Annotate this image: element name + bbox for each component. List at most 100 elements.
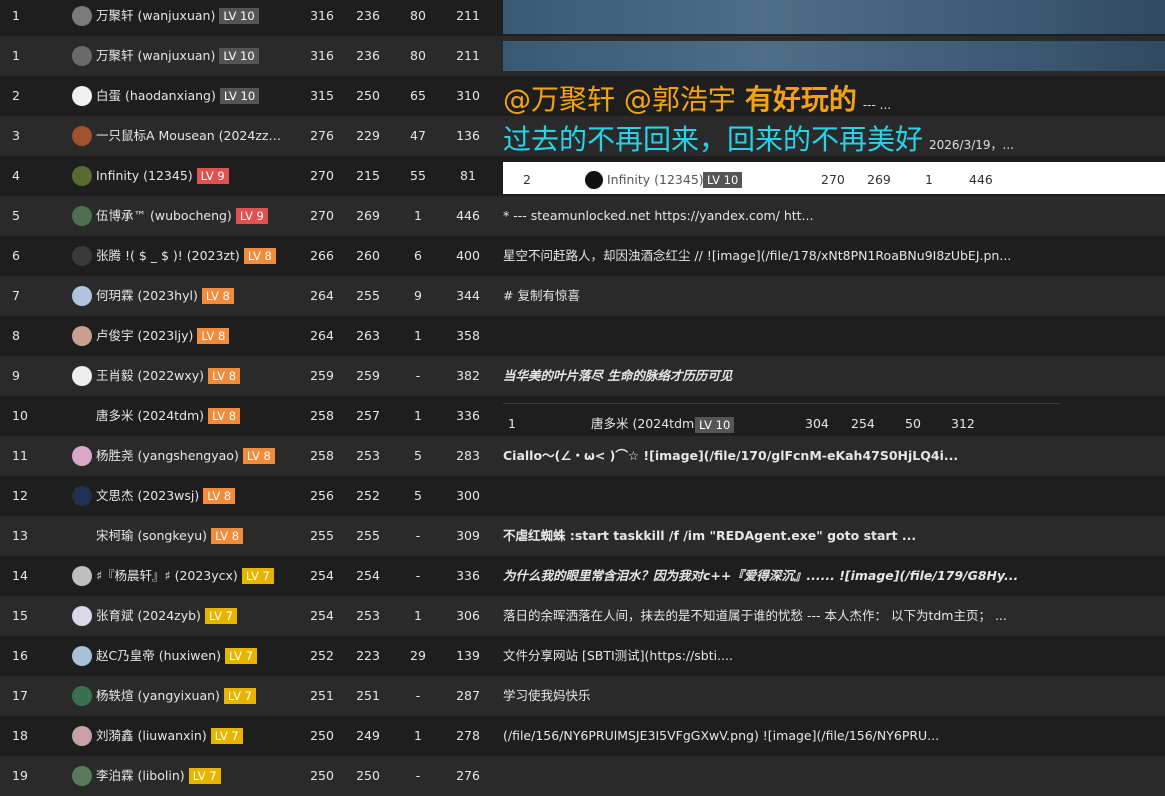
user-name[interactable]: 王肖毅 (2022wxy) [96,368,204,383]
user-name[interactable]: 刘漪鑫 (liuwanxin) [96,728,207,743]
signature-text: 星空不问赶路人，却因浊酒念红尘 // ![image](/file/178/xN… [503,248,1012,263]
table-row[interactable]: 14 ♯『杨晨轩』♯ (2023ycx) LV 7 254 254 - 336 为什么我的眼里… [0,556,1165,596]
user-link[interactable]: 一只鼠标A Mousean (2024zz… [96,116,306,156]
user-name[interactable]: 杨胜尧 (yangshengyao) [96,448,239,463]
rank-number: 10 [12,408,28,423]
diff-value: 1 [414,208,422,223]
user-link[interactable]: 唐多米 (2024tdm) LV 8 [96,396,306,436]
table-row[interactable]: 17 杨轶煊 (yangyixuan) LV 7 251 251 - 287 学习使我妈快乐 [0,676,1165,716]
avatar[interactable] [72,526,92,546]
level-badge: LV 8 [211,527,244,544]
table-row[interactable]: 9 王肖毅 (2022wxy) LV 8 259 259 - 382 当华美的叶片落尽 生命的… [0,356,1165,396]
table-row[interactable]: 6 张腾 !( $ _ $ )! (2023zt) LV 8 266 260 6 400 星空… [0,236,1165,276]
table-row[interactable]: 7 何玥霖 (2023hyl) LV 8 264 255 9 344 # 复制有惊喜 [0,276,1165,316]
avatar[interactable] [72,126,92,146]
table-row[interactable]: 12 文思杰 (2023wsj) LV 8 256 252 5 300 [0,476,1165,516]
rank-number: 13 [12,528,28,543]
user-name[interactable]: Infinity (12345) [96,168,193,183]
user-link[interactable]: 万聚轩 (wanjuxuan) LV 10 [96,36,306,76]
user-name[interactable]: ♯『杨晨轩』♯ (2023ycx) [96,568,238,583]
table-row[interactable]: 15 张育斌 (2024zyb) LV 7 254 253 1 306 落日的余晖洒落在人间，… [0,596,1165,636]
user-name[interactable]: 张腾 !( $ _ $ )! (2023zt) [96,248,240,263]
user-name[interactable]: 万聚轩 (wanjuxuan) [96,8,215,23]
user-link[interactable]: 李泊霖 (libolin) LV 7 [96,756,306,796]
user-name[interactable]: 张育斌 (2024zyb) [96,608,201,623]
avatar[interactable] [72,686,92,706]
avatar[interactable] [72,206,92,226]
avatar[interactable] [72,166,92,186]
avatar[interactable] [72,86,92,106]
avatar[interactable] [72,486,92,506]
diff-value: 1 [414,408,422,423]
level-badge: LV 8 [208,367,241,384]
user-link[interactable]: 何玥霖 (2023hyl) LV 8 [96,276,306,316]
avatar[interactable] [72,286,92,306]
level-badge: LV 8 [243,247,276,264]
table-row[interactable]: 16 赵C乃皇帝 (huxiwen) LV 7 252 223 29 139 文件分享网站 [… [0,636,1165,676]
avatar[interactable] [72,406,92,426]
total-value: 344 [456,288,480,303]
user-name[interactable]: 万聚轩 (wanjuxuan) [96,48,215,63]
table-row[interactable]: 13 宋柯瑜 (songkeyu) LV 8 255 255 - 309 不虐红蜘蛛 :sta… [0,516,1165,556]
rank-number: 17 [12,688,28,703]
user-link[interactable]: 伍博承™ (wubocheng) LV 9 [96,196,306,236]
avatar[interactable] [72,366,92,386]
ac-count-value: 250 [356,88,380,103]
user-name[interactable]: 伍博承™ (wubocheng) [96,208,232,223]
user-link[interactable]: Infinity (12345) LV 9 [96,156,306,196]
total-value: 446 [456,208,480,223]
total-value: 276 [456,768,480,783]
signature-text: 学习使我妈快乐 [503,688,591,703]
user-name[interactable]: 何玥霖 (2023hyl) [96,288,198,303]
avatar[interactable] [72,566,92,586]
embed-user-name: 唐多米 (2024tdm) [591,416,700,431]
user-link[interactable]: 张腾 !( $ _ $ )! (2023zt) LV 8 [96,236,306,276]
table-row[interactable]: 5 伍博承™ (wubocheng) LV 9 270 269 1 446 * --- ste… [0,196,1165,236]
level-badge: LV 7 [223,687,256,704]
user-name[interactable]: 赵C乃皇帝 (huxiwen) [96,648,221,663]
user-link[interactable]: 卢俊宇 (2023ljy) LV 8 [96,316,306,356]
user-link[interactable]: ♯『杨晨轩』♯ (2023ycx) LV 7 [96,556,306,596]
ac-count-value: 251 [356,688,380,703]
user-name[interactable]: 卢俊宇 (2023ljy) [96,328,193,343]
heading-cyan-text: 过去的不再回来，回来的不再美好 [503,123,924,156]
diff-value: 47 [410,128,426,143]
signature-text: * --- steamunlocked.net https://yandex.c… [503,208,814,223]
user-name[interactable]: 白蛋 (haodanxiang) [96,88,216,103]
diff-value: 29 [410,648,426,663]
ac-count-value: 215 [356,168,380,183]
avatar[interactable] [72,726,92,746]
user-link[interactable]: 宋柯瑜 (songkeyu) LV 8 [96,516,306,556]
table-row[interactable]: 19 李泊霖 (libolin) LV 7 250 250 - 276 [0,756,1165,796]
avatar[interactable] [72,766,92,786]
ac-count-value: 236 [356,8,380,23]
user-link[interactable]: 刘漪鑫 (liuwanxin) LV 7 [96,716,306,756]
user-link[interactable]: 杨轶煊 (yangyixuan) LV 7 [96,676,306,716]
user-link[interactable]: 王肖毅 (2022wxy) LV 8 [96,356,306,396]
user-link[interactable]: 赵C乃皇帝 (huxiwen) LV 7 [96,636,306,676]
avatar[interactable] [72,246,92,266]
avatar[interactable] [72,326,92,346]
level-badge: LV 10 [219,7,259,24]
ac-count-value: 253 [356,448,380,463]
avatar[interactable] [72,6,92,26]
user-name[interactable]: 唐多米 (2024tdm) [96,408,204,423]
avatar[interactable] [72,646,92,666]
user-name[interactable]: 杨轶煊 (yangyixuan) [96,688,220,703]
user-link[interactable]: 文思杰 (2023wsj) LV 8 [96,476,306,516]
avatar[interactable] [72,606,92,626]
user-name[interactable]: 李泊霖 (libolin) [96,768,185,783]
user-name[interactable]: 一只鼠标A Mousean (2024zz… [96,128,281,143]
user-link[interactable]: 张育斌 (2024zyb) LV 7 [96,596,306,636]
user-name[interactable]: 宋柯瑜 (songkeyu) [96,528,207,543]
avatar[interactable] [72,446,92,466]
avatar[interactable] [72,46,92,66]
user-link[interactable]: 白蛋 (haodanxiang) LV 10 [96,76,306,116]
user-name[interactable]: 文思杰 (2023wsj) [96,488,199,503]
ac-count-value: 229 [356,128,380,143]
signature-text: 文件分享网站 [SBTI测试](https://sbti.... [503,648,733,663]
user-link[interactable]: 万聚轩 (wanjuxuan) LV 10 [96,0,306,36]
user-link[interactable]: 杨胜尧 (yangshengyao) LV 8 [96,436,306,476]
table-row[interactable]: 8 卢俊宇 (2023ljy) LV 8 264 263 1 358 [0,316,1165,356]
table-row[interactable]: 18 刘漪鑫 (liuwanxin) LV 7 250 249 1 278 (/file/15… [0,716,1165,756]
